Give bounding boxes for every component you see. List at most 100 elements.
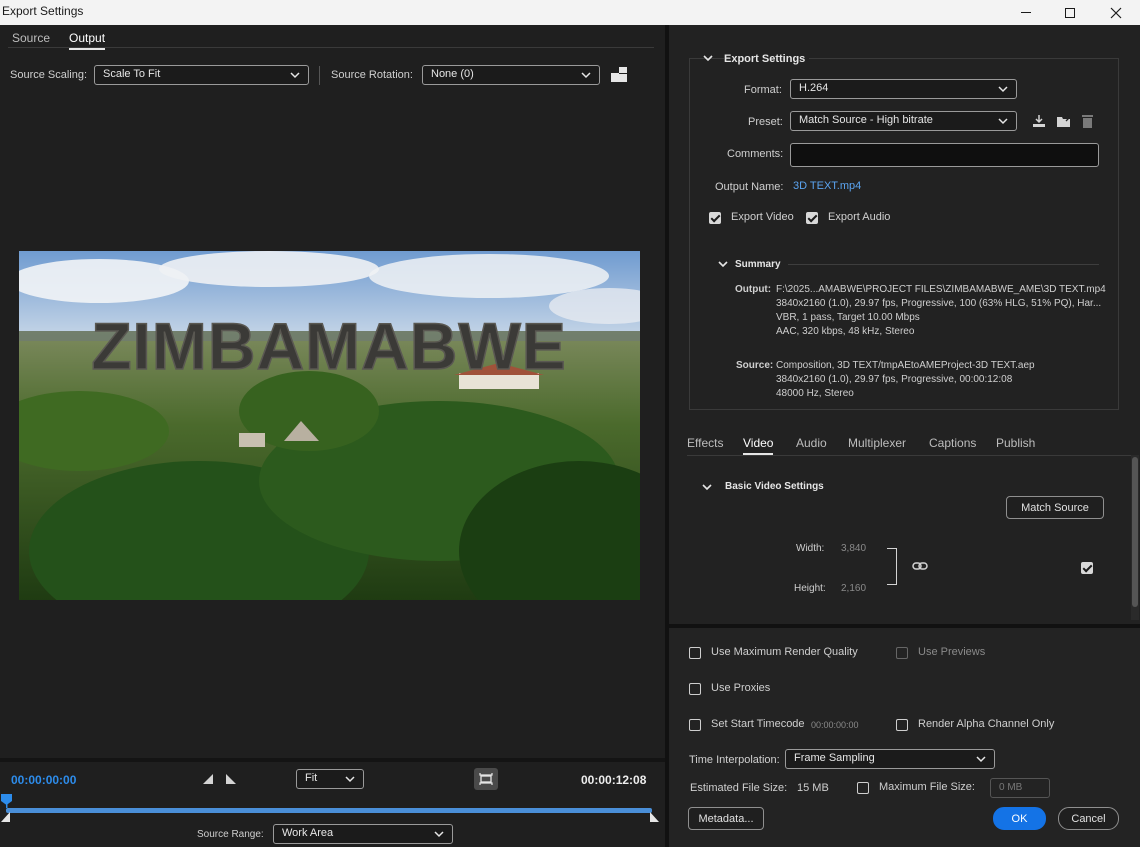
minimize-button[interactable] [1003, 0, 1049, 25]
close-icon [1110, 7, 1122, 18]
current-timecode[interactable]: 00:00:00:00 [11, 773, 76, 787]
summary-output-line-4: AAC, 320 kbps, 48 kHz, Stereo [776, 326, 915, 337]
dimension-link-bracket [887, 548, 897, 585]
window-title: Export Settings [2, 4, 84, 18]
summary-source-line-2: 3840x2160 (1.0), 29.97 fps, Progressive,… [776, 374, 1013, 385]
maximize-icon [1065, 7, 1075, 18]
export-audio-checkbox[interactable] [806, 212, 818, 224]
set-in-point-button[interactable] [201, 772, 215, 786]
in-point-icon [203, 774, 213, 784]
tab-multiplexer[interactable]: Multiplexer [848, 436, 906, 450]
settings-scrollbar-track[interactable] [1131, 455, 1139, 620]
maximize-button[interactable] [1047, 0, 1093, 25]
source-rotation-dropdown[interactable]: None (0) [422, 65, 600, 85]
preset-label: Preset: [748, 116, 783, 128]
time-interpolation-dropdown[interactable]: Frame Sampling [785, 749, 995, 769]
summary-collapse[interactable] [717, 258, 729, 270]
match-source-button[interactable]: Match Source [1006, 496, 1104, 519]
use-proxies-label: Use Proxies [711, 682, 771, 694]
width-label: Width: [796, 543, 825, 554]
summary-header: Summary [735, 259, 781, 270]
cancel-button[interactable]: Cancel [1058, 807, 1119, 830]
set-start-timecode-checkbox[interactable] [689, 719, 701, 731]
in-point-handle[interactable] [1, 812, 11, 822]
match-source-dimensions-checkbox[interactable] [1081, 562, 1093, 574]
close-button[interactable] [1093, 0, 1139, 25]
in-handle-icon [1, 812, 10, 822]
minimize-icon [1021, 12, 1031, 13]
import-preset-button[interactable] [1055, 113, 1071, 129]
summary-source-label: Source: [736, 360, 774, 371]
fit-frame-icon [479, 773, 493, 785]
summary-source-line-1: Composition, 3D TEXT/tmpAEtoAMEProject-3… [776, 360, 1035, 371]
source-range-value: Work Area [282, 827, 334, 839]
use-previews-checkbox[interactable] [896, 647, 908, 659]
summary-output-label: Output: [735, 284, 772, 295]
summary-output-line-1: F:\2025...AMABWE\PROJECT FILES\ZIMBAMABW… [776, 284, 1106, 295]
basic-video-header: Basic Video Settings [725, 481, 824, 492]
tab-audio[interactable]: Audio [796, 436, 827, 450]
comments-input[interactable] [790, 143, 1099, 167]
width-value[interactable]: 3,840 [841, 543, 866, 554]
zoom-dropdown[interactable]: Fit [296, 769, 364, 789]
render-alpha-checkbox[interactable] [896, 719, 908, 731]
estimated-file-size-value: 15 MB [797, 782, 829, 794]
source-rotation-value: None (0) [431, 68, 474, 80]
chevron-down-icon [997, 115, 1009, 127]
summary-rule [788, 264, 1099, 265]
export-video-checkbox[interactable] [709, 212, 721, 224]
max-render-quality-checkbox[interactable] [689, 647, 701, 659]
use-proxies-checkbox[interactable] [689, 683, 701, 695]
source-rotation-label: Source Rotation: [331, 69, 413, 81]
crop-output-button[interactable] [609, 66, 629, 84]
aspect-correction-button[interactable] [474, 768, 498, 790]
link-icon [912, 562, 928, 570]
source-range-dropdown[interactable]: Work Area [273, 824, 453, 844]
chevron-down-icon [718, 261, 728, 268]
tab-source[interactable]: Source [12, 31, 50, 45]
download-icon [1033, 115, 1045, 127]
toolbar-separator [319, 66, 320, 85]
ok-button[interactable]: OK [993, 807, 1046, 830]
playhead-icon [0, 794, 12, 808]
out-point-handle[interactable] [649, 812, 659, 822]
playhead[interactable] [0, 794, 12, 808]
max-file-size-input[interactable]: 0 MB [990, 778, 1050, 798]
export-video-label: Export Video [731, 211, 794, 223]
preset-value: Match Source - High bitrate [799, 114, 933, 126]
chevron-down-icon [344, 773, 356, 785]
metadata-button[interactable]: Metadata... [688, 807, 764, 830]
timeline-divider [0, 758, 665, 762]
settings-scrollbar-thumb[interactable] [1132, 457, 1138, 607]
height-value[interactable]: 2,160 [841, 583, 866, 594]
tab-video[interactable]: Video [743, 436, 774, 455]
chevron-down-icon [703, 55, 713, 62]
format-dropdown[interactable]: H.264 [790, 79, 1017, 99]
preview-image: ZIMBAMABWE [19, 251, 640, 600]
estimated-file-size-label: Estimated File Size: [690, 782, 788, 794]
work-area-bar[interactable] [6, 808, 652, 813]
format-value: H.264 [799, 82, 829, 94]
set-out-point-button[interactable] [224, 772, 238, 786]
tab-effects[interactable]: Effects [687, 436, 723, 450]
crop-icon [611, 67, 627, 82]
save-preset-button[interactable] [1031, 113, 1047, 129]
delete-preset-button[interactable] [1079, 113, 1095, 129]
out-handle-icon [650, 812, 659, 822]
preset-dropdown[interactable]: Match Source - High bitrate [790, 111, 1017, 131]
summary-output-line-3: VBR, 1 pass, Target 10.00 Mbps [776, 312, 920, 323]
constrain-proportions-button[interactable] [911, 558, 929, 574]
chevron-down-icon [975, 753, 987, 765]
set-start-timecode-label: Set Start Timecode [711, 718, 805, 730]
tab-output[interactable]: Output [69, 31, 106, 50]
source-scaling-dropdown[interactable]: Scale To Fit [94, 65, 309, 85]
start-timecode-value[interactable]: 00:00:00:00 [811, 720, 859, 730]
export-settings-collapse[interactable] [702, 52, 714, 64]
output-name-link[interactable]: 3D TEXT.mp4 [793, 180, 861, 192]
tab-captions[interactable]: Captions [929, 436, 976, 450]
tab-publish[interactable]: Publish [996, 436, 1035, 450]
max-file-size-checkbox[interactable] [857, 782, 869, 794]
basic-video-collapse[interactable] [701, 481, 713, 493]
max-file-size-label: Maximum File Size: [879, 781, 975, 793]
zoom-value: Fit [305, 772, 318, 784]
